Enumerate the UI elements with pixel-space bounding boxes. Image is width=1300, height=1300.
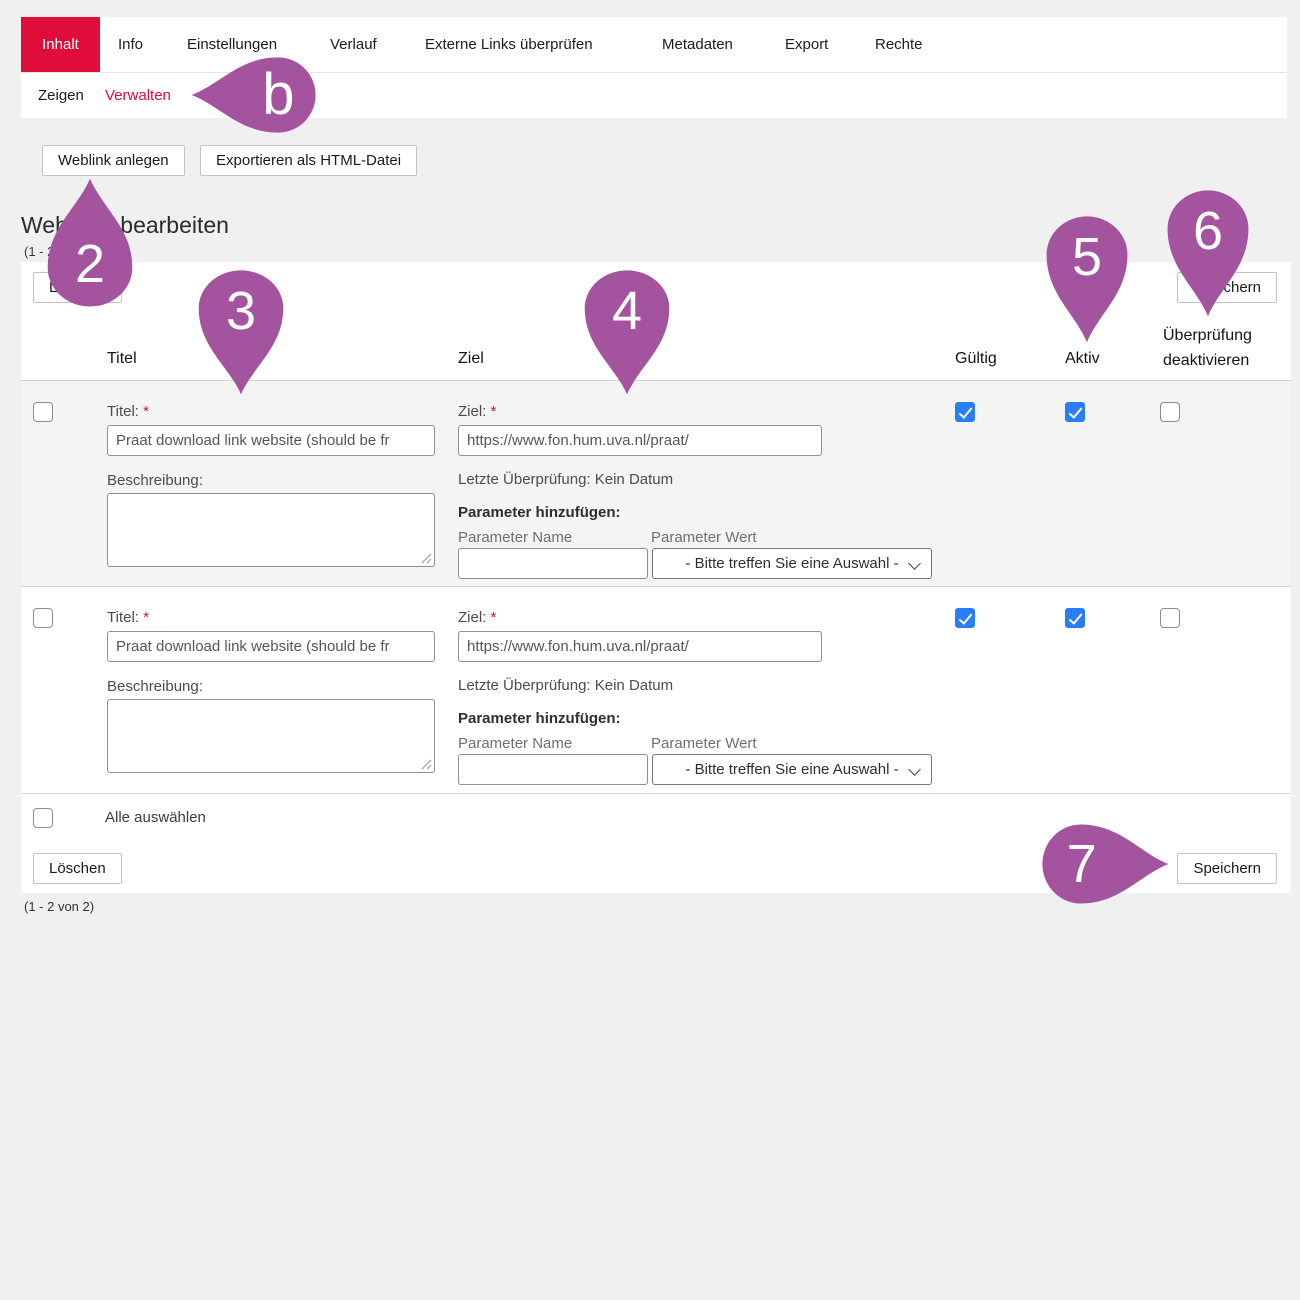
parameter-wert-selected-option: - Bitte treffen Sie eine Auswahl - [685, 761, 898, 778]
required-asterisk: * [143, 609, 149, 626]
export-html-button[interactable]: Exportieren als HTML-Datei [200, 145, 417, 176]
beschreibung-textarea[interactable] [107, 699, 435, 773]
resize-grip-icon [421, 759, 432, 770]
ueberpruefung-deaktivieren-checkbox[interactable] [1160, 608, 1180, 628]
column-header-ueberpruefung-deaktivieren: Überprüfung deaktivieren [1163, 323, 1252, 373]
page-title: Weblinks bearbeiten [21, 212, 229, 239]
required-asterisk: * [491, 403, 497, 420]
parameter-name-input[interactable] [458, 754, 648, 785]
chevron-down-icon [908, 557, 921, 570]
sub-tabs: Zeigen Verwalten [21, 72, 1287, 118]
column-header-titel: Titel [107, 350, 137, 368]
table-row: Titel: * Beschreibung: Ziel: * Letzte Üb… [21, 587, 1291, 794]
tab-info[interactable]: Info [118, 17, 143, 72]
tab-inhalt[interactable]: Inhalt [21, 17, 100, 72]
tab-externe-links-ueberpruefen[interactable]: Externe Links überprüfen [425, 17, 593, 72]
beschreibung-textarea[interactable] [107, 493, 435, 567]
tab-einstellungen[interactable]: Einstellungen [187, 17, 277, 72]
parameter-wert-select[interactable]: - Bitte treffen Sie eine Auswahl - [652, 754, 932, 785]
letzte-ueberpruefung-text: Letzte Überprüfung: Kein Datum [458, 471, 673, 488]
subtab-zeigen[interactable]: Zeigen [38, 73, 84, 118]
parameter-name-label: Parameter Name [458, 529, 572, 546]
column-header-ziel: Ziel [458, 350, 484, 368]
column-header-ueberpruefung-line2: deaktivieren [1163, 352, 1249, 369]
tab-rechte[interactable]: Rechte [875, 17, 923, 72]
row-select-checkbox[interactable] [33, 402, 53, 422]
parameter-wert-label: Parameter Wert [651, 529, 757, 546]
result-range-top: (1 - 2 von 2) [24, 244, 94, 259]
parameter-wert-selected-option: - Bitte treffen Sie eine Auswahl - [685, 555, 898, 572]
create-weblink-button[interactable]: Weblink anlegen [42, 145, 185, 176]
titel-label: Titel: * [107, 403, 149, 420]
parameter-hinzufuegen-label: Parameter hinzufügen: [458, 504, 621, 521]
result-range-bottom: (1 - 2 von 2) [24, 899, 94, 914]
ziel-label: Ziel: * [458, 609, 496, 626]
beschreibung-label: Beschreibung: [107, 472, 203, 489]
tab-export[interactable]: Export [785, 17, 828, 72]
tab-verlauf[interactable]: Verlauf [330, 17, 377, 72]
gueltig-checkbox[interactable] [955, 608, 975, 628]
resize-grip-icon [421, 553, 432, 564]
column-header-gueltig: Gültig [955, 350, 997, 368]
parameter-hinzufuegen-label: Parameter hinzufügen: [458, 710, 621, 727]
ziel-label: Ziel: * [458, 403, 496, 420]
letzte-ueberpruefung-text: Letzte Überprüfung: Kein Datum [458, 677, 673, 694]
column-header-ueberpruefung-line1: Überprüfung [1163, 327, 1252, 344]
ziel-input[interactable] [458, 631, 822, 662]
main-tabs: Inhalt Info Einstellungen Verlauf Extern… [21, 17, 1287, 72]
ziel-input[interactable] [458, 425, 822, 456]
titel-input[interactable] [107, 631, 435, 662]
parameter-name-input[interactable] [458, 548, 648, 579]
select-all-row: Alle auswählen [21, 794, 1291, 847]
select-all-checkbox[interactable] [33, 808, 53, 828]
aktiv-checkbox[interactable] [1065, 608, 1085, 628]
required-asterisk: * [143, 403, 149, 420]
required-asterisk: * [491, 609, 497, 626]
row-select-checkbox[interactable] [33, 608, 53, 628]
ueberpruefung-deaktivieren-checkbox[interactable] [1160, 402, 1180, 422]
titel-label: Titel: * [107, 609, 149, 626]
weblinks-table-panel: Löschen Speichern Titel Ziel Gültig Akti… [21, 262, 1291, 893]
parameter-wert-select[interactable]: - Bitte treffen Sie eine Auswahl - [652, 548, 932, 579]
column-header-aktiv: Aktiv [1065, 350, 1100, 368]
tab-metadaten[interactable]: Metadaten [662, 17, 733, 72]
delete-button-bottom[interactable]: Löschen [33, 853, 122, 884]
parameter-wert-label: Parameter Wert [651, 735, 757, 752]
gueltig-checkbox[interactable] [955, 402, 975, 422]
subtab-verwalten[interactable]: Verwalten [105, 73, 171, 118]
save-button-top[interactable]: Speichern [1177, 272, 1277, 303]
select-all-label: Alle auswählen [105, 809, 206, 826]
table-row: Titel: * Beschreibung: Ziel: * Letzte Üb… [21, 380, 1291, 587]
aktiv-checkbox[interactable] [1065, 402, 1085, 422]
titel-input[interactable] [107, 425, 435, 456]
header-bar: Inhalt Info Einstellungen Verlauf Extern… [21, 17, 1287, 118]
beschreibung-label: Beschreibung: [107, 678, 203, 695]
parameter-name-label: Parameter Name [458, 735, 572, 752]
save-button-bottom[interactable]: Speichern [1177, 853, 1277, 884]
delete-button-top[interactable]: Löschen [33, 272, 122, 303]
chevron-down-icon [908, 763, 921, 776]
